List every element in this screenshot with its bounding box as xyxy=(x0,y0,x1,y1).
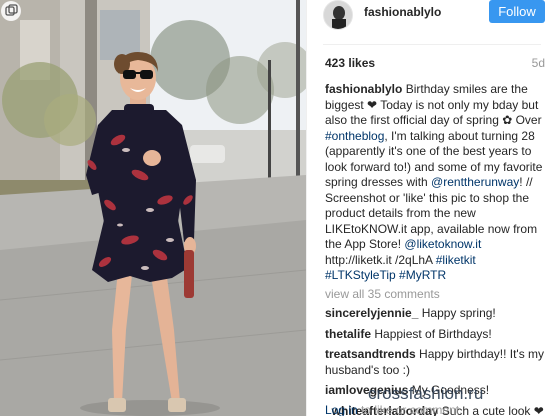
login-footer-text: to like or comment. xyxy=(357,403,463,416)
comment-text: Happy spring! xyxy=(418,306,496,320)
comment-username[interactable]: sincerelyjennie_ xyxy=(325,306,418,320)
caption-tag-link[interactable]: #LTKStyleTip xyxy=(325,268,396,282)
login-footer: Log in to like or comment. xyxy=(325,403,462,416)
post-timestamp[interactable]: 5d xyxy=(532,56,545,70)
follow-button[interactable]: Follow xyxy=(489,0,545,23)
comment-item: sincerelyjennie_ Happy spring! xyxy=(325,306,547,322)
avatar-image xyxy=(324,1,352,29)
comment-username[interactable]: treatsandtrends xyxy=(325,347,416,361)
caption-tag-link[interactable]: #ontheblog xyxy=(325,129,384,143)
carousel-icon xyxy=(1,1,21,21)
watermark: crossfashion.ru xyxy=(368,384,484,403)
comment-item: thetalife Happiest of Birthdays! xyxy=(325,327,547,343)
caption-username[interactable]: fashionablylo xyxy=(325,82,402,96)
header-divider xyxy=(323,44,541,45)
caption-tag-link[interactable]: @liketoknow.it xyxy=(404,237,481,251)
login-link[interactable]: Log in xyxy=(325,403,358,416)
caption-text: http://liketk.it /2qLhA xyxy=(325,252,436,267)
post-header: fashionablylo Follow xyxy=(307,0,550,44)
likes-count[interactable]: 423 likes xyxy=(325,56,375,70)
comment-text: Happiest of Birthdays! xyxy=(371,326,492,341)
post-author-username[interactable]: fashionablylo xyxy=(364,5,441,19)
comment-item: treatsandtrends Happy birthday!! It's my… xyxy=(325,347,547,378)
likes-row: 423 likes 5d xyxy=(325,56,545,72)
caption-tag-link[interactable]: @renttherunway xyxy=(431,175,519,189)
post-details-panel: fashionablylo Follow 423 likes 5d fashio… xyxy=(306,0,550,416)
comments-section: fashionablylo Birthday smiles are the bi… xyxy=(325,82,547,416)
post-caption: fashionablylo Birthday smiles are the bi… xyxy=(325,82,547,284)
caption-tag-link[interactable]: #MyRTR xyxy=(399,268,446,282)
avatar[interactable] xyxy=(323,0,353,30)
comment-username[interactable]: thetalife xyxy=(325,327,371,341)
caption-tag-link[interactable]: #liketkit xyxy=(436,253,476,267)
post-photo-scene xyxy=(0,0,306,416)
post-photo[interactable] xyxy=(0,0,306,416)
view-all-comments-link[interactable]: view all 35 comments xyxy=(325,287,547,303)
